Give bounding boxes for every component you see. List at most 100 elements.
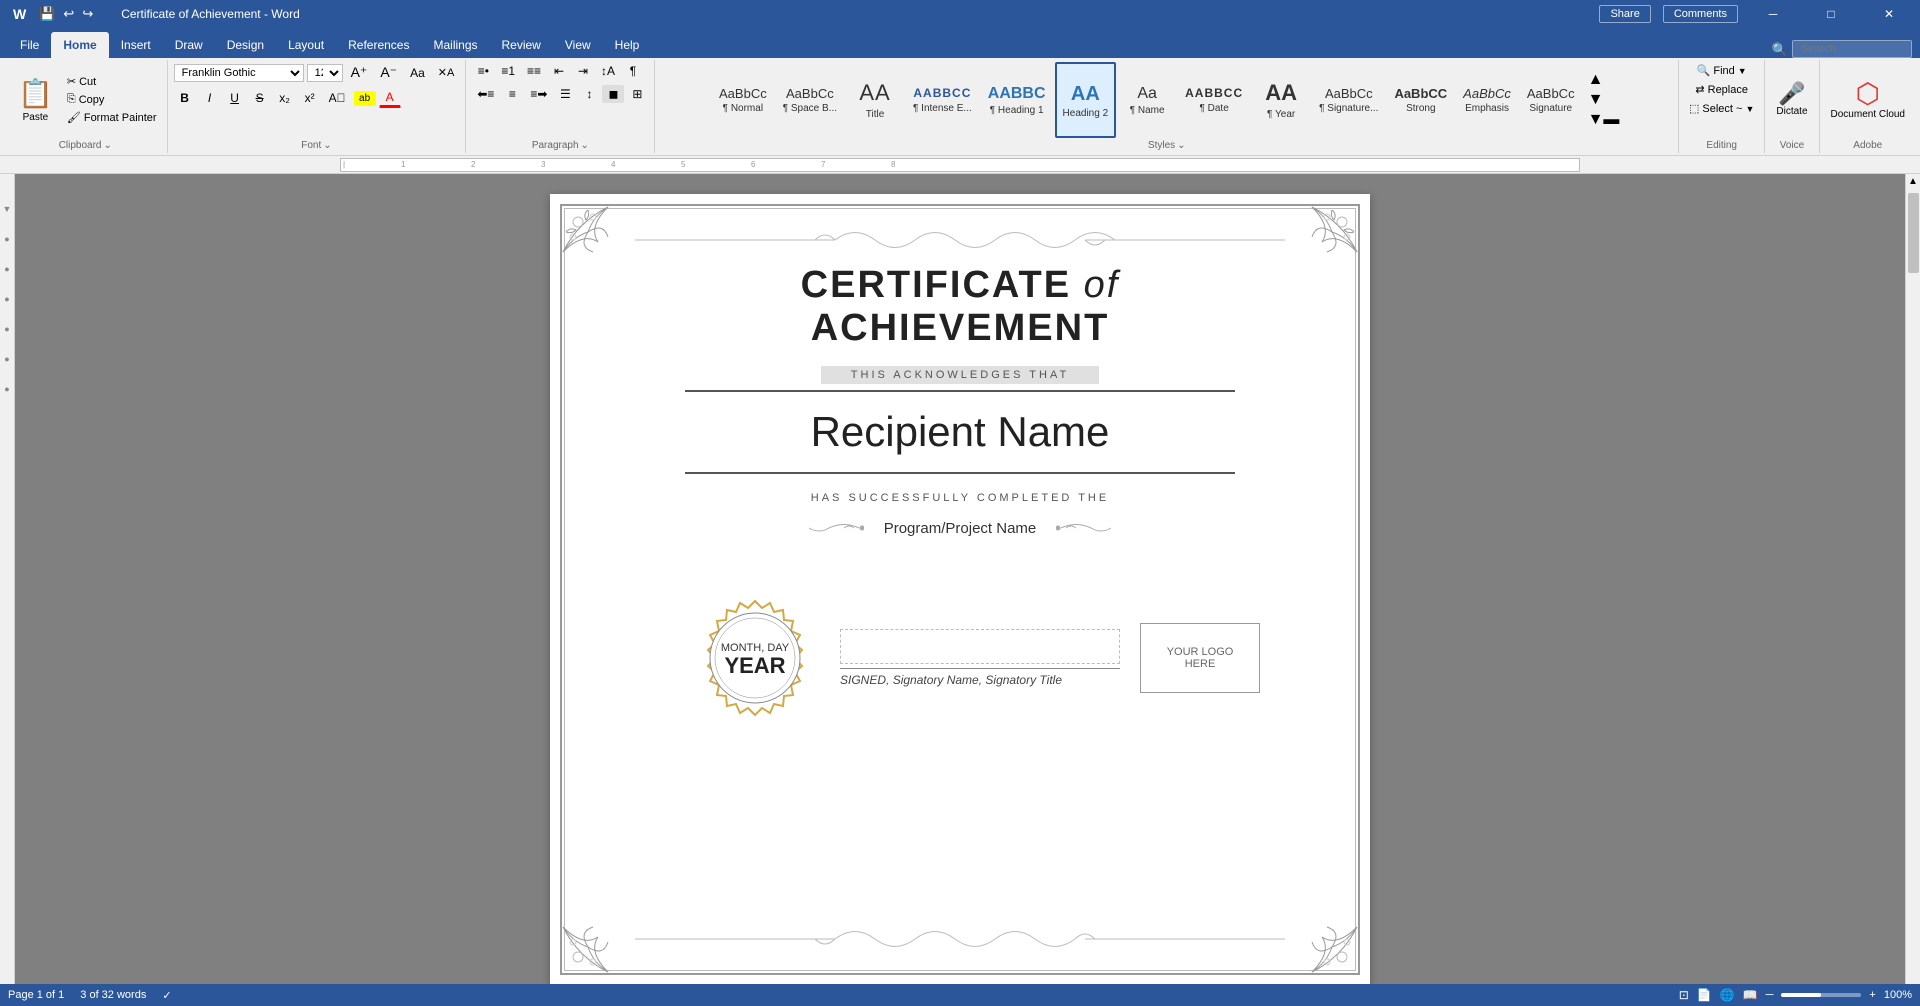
font-expand-icon[interactable]: ⌄ — [323, 140, 331, 151]
change-case-button[interactable]: Aa — [405, 64, 430, 82]
align-left-button[interactable]: ⬅≡ — [472, 85, 499, 103]
strikethrough-button[interactable]: S — [249, 89, 271, 107]
style-space-before[interactable]: AaBbCc ¶ Space B... — [776, 62, 844, 138]
sig-input-box[interactable] — [840, 629, 1120, 664]
web-layout-icon[interactable]: 🌐 — [1720, 988, 1735, 1002]
quick-access-save[interactable]: 💾 — [39, 6, 55, 22]
scroll-thumb[interactable] — [1908, 193, 1919, 273]
paste-button[interactable]: 📋 Paste — [10, 73, 61, 127]
style-signature[interactable]: AaBbCc ¶ Signature... — [1312, 62, 1385, 138]
style-emphasis[interactable]: AaBbCc Emphasis — [1456, 62, 1518, 138]
styles-scroll-up[interactable]: ▲ ▼ ▼▬ — [1586, 69, 1622, 131]
search-input[interactable] — [1792, 40, 1912, 58]
tab-layout[interactable]: Layout — [276, 32, 336, 58]
certificate-title[interactable]: CERTIFICATE of ACHIEVEMENT — [660, 264, 1260, 350]
find-dropdown-icon[interactable]: ▼ — [1738, 66, 1747, 76]
print-layout-icon[interactable]: 📄 — [1697, 988, 1712, 1002]
minimize-btn[interactable]: ─ — [1750, 0, 1796, 28]
vertical-scrollbar[interactable]: ▲ ▼ — [1905, 174, 1920, 1005]
focus-mode-icon[interactable]: ⊡ — [1679, 988, 1689, 1002]
styles-expand-icon[interactable]: ⌄ — [1177, 140, 1185, 151]
tab-draw[interactable]: Draw — [163, 32, 215, 58]
document-page[interactable]: CERTIFICATE of ACHIEVEMENT THIS ACKNOWLE… — [550, 194, 1370, 985]
document-cloud-button[interactable]: ⬡ Document Cloud — [1826, 77, 1910, 123]
proofing-icon[interactable]: ✓ — [162, 989, 171, 1002]
numbering-button[interactable]: ≡1 — [496, 62, 520, 80]
tab-view[interactable]: View — [553, 32, 603, 58]
share-button[interactable]: Share — [1599, 5, 1650, 23]
document-area: CERTIFICATE of ACHIEVEMENT THIS ACKNOWLE… — [15, 174, 1905, 1005]
tab-mailings[interactable]: Mailings — [421, 32, 489, 58]
read-mode-icon[interactable]: 📖 — [1743, 988, 1758, 1002]
indent-dec-button[interactable]: ⇤ — [548, 62, 570, 80]
tab-home[interactable]: Home — [51, 32, 108, 58]
paragraph-expand-icon[interactable]: ⌄ — [581, 140, 589, 151]
tab-design[interactable]: Design — [215, 32, 276, 58]
clear-formatting-button[interactable]: ✕A — [433, 64, 460, 81]
style-heading2[interactable]: AA Heading 2 — [1055, 62, 1117, 138]
cert-program-name[interactable]: Program/Project Name — [884, 520, 1037, 537]
shading-button[interactable]: ◼ — [602, 85, 624, 103]
text-effects-button[interactable]: A⃝ — [324, 89, 351, 107]
align-right-button[interactable]: ≡➡ — [525, 85, 552, 103]
font-name-select[interactable]: Franklin Gothic — [174, 64, 304, 82]
underline-button[interactable]: U — [224, 89, 246, 107]
zoom-out-icon[interactable]: ─ — [1766, 989, 1774, 1001]
cert-logo-box[interactable]: YOUR LOGO HERE — [1140, 623, 1260, 693]
italic-button[interactable]: I — [199, 89, 221, 107]
zoom-slider[interactable] — [1781, 993, 1861, 997]
style-signature2[interactable]: AaBbCc Signature — [1520, 62, 1582, 138]
tab-references[interactable]: References — [336, 32, 421, 58]
bold-button[interactable]: B — [174, 89, 196, 107]
scroll-up-arrow[interactable]: ▲ — [1906, 174, 1920, 189]
dictate-button[interactable]: 🎤 Dictate — [1771, 80, 1812, 120]
tab-file[interactable]: File — [8, 32, 51, 58]
select-button[interactable]: ⬚ Select ~ ▼ — [1685, 100, 1758, 117]
highlight-button[interactable]: ab — [354, 91, 376, 106]
multilevel-button[interactable]: ≡≡ — [522, 62, 546, 80]
copy-button[interactable]: ⎘ Copy — [63, 91, 161, 108]
style-date[interactable]: AABBCC ¶ Date — [1178, 62, 1250, 138]
zoom-level[interactable]: 100% — [1884, 989, 1912, 1001]
bullets-button[interactable]: ≡• — [472, 62, 494, 80]
justify-button[interactable]: ☰ — [554, 85, 576, 103]
style-name[interactable]: Aa ¶ Name — [1118, 62, 1176, 138]
style-heading1[interactable]: AABBC ¶ Heading 1 — [981, 62, 1053, 138]
quick-access-redo[interactable]: ↪ — [82, 6, 93, 22]
style-strong[interactable]: AaBbCC Strong — [1387, 62, 1454, 138]
font-size-select[interactable]: 12 — [307, 64, 343, 82]
cut-button[interactable]: ✂ Cut — [63, 73, 161, 90]
tab-review[interactable]: Review — [490, 32, 553, 58]
left-panel-marker6: ● — [4, 354, 9, 364]
close-btn[interactable]: ✕ — [1866, 0, 1912, 28]
style-title[interactable]: AA Title — [846, 62, 904, 138]
subscript-button[interactable]: x₂ — [274, 89, 296, 107]
cert-recipient-name[interactable]: Recipient Name — [811, 408, 1110, 456]
cert-subtitle[interactable]: THIS ACKNOWLEDGES THAT — [821, 366, 1099, 384]
tab-help[interactable]: Help — [603, 32, 652, 58]
clipboard-expand-icon[interactable]: ⌄ — [104, 140, 112, 151]
superscript-button[interactable]: x² — [299, 89, 321, 107]
borders-button[interactable]: ⊞ — [626, 85, 648, 103]
tab-insert[interactable]: Insert — [109, 32, 163, 58]
comments-button[interactable]: Comments — [1663, 5, 1738, 23]
quick-access-undo[interactable]: ↩ — [63, 6, 74, 22]
replace-button[interactable]: ⇄ Replace — [1691, 81, 1752, 98]
align-center-button[interactable]: ≡ — [501, 85, 523, 103]
find-button[interactable]: 🔍 Find ▼ — [1693, 62, 1751, 79]
zoom-in-icon[interactable]: + — [1869, 989, 1875, 1001]
select-dropdown-icon[interactable]: ▼ — [1745, 104, 1754, 114]
style-year[interactable]: AA ¶ Year — [1252, 62, 1310, 138]
format-painter-button[interactable]: 🖌 Format Painter — [63, 109, 161, 126]
cert-completed-text[interactable]: HAS SUCCESSFULLY COMPLETED THE — [811, 492, 1109, 504]
sort-button[interactable]: ↕A — [596, 62, 620, 80]
line-spacing-button[interactable]: ↕ — [578, 85, 600, 103]
font-color-button[interactable]: A — [379, 88, 401, 108]
font-size-inc-button[interactable]: A⁺ — [346, 62, 373, 83]
style-normal[interactable]: AaBbCc ¶ Normal — [712, 62, 774, 138]
style-intense-e[interactable]: AABBCC ¶ Intense E... — [906, 62, 979, 138]
show-marks-button[interactable]: ¶ — [622, 62, 644, 80]
font-size-dec-button[interactable]: A⁻ — [375, 62, 402, 83]
indent-inc-button[interactable]: ⇥ — [572, 62, 594, 80]
maximize-btn[interactable]: □ — [1808, 0, 1854, 28]
